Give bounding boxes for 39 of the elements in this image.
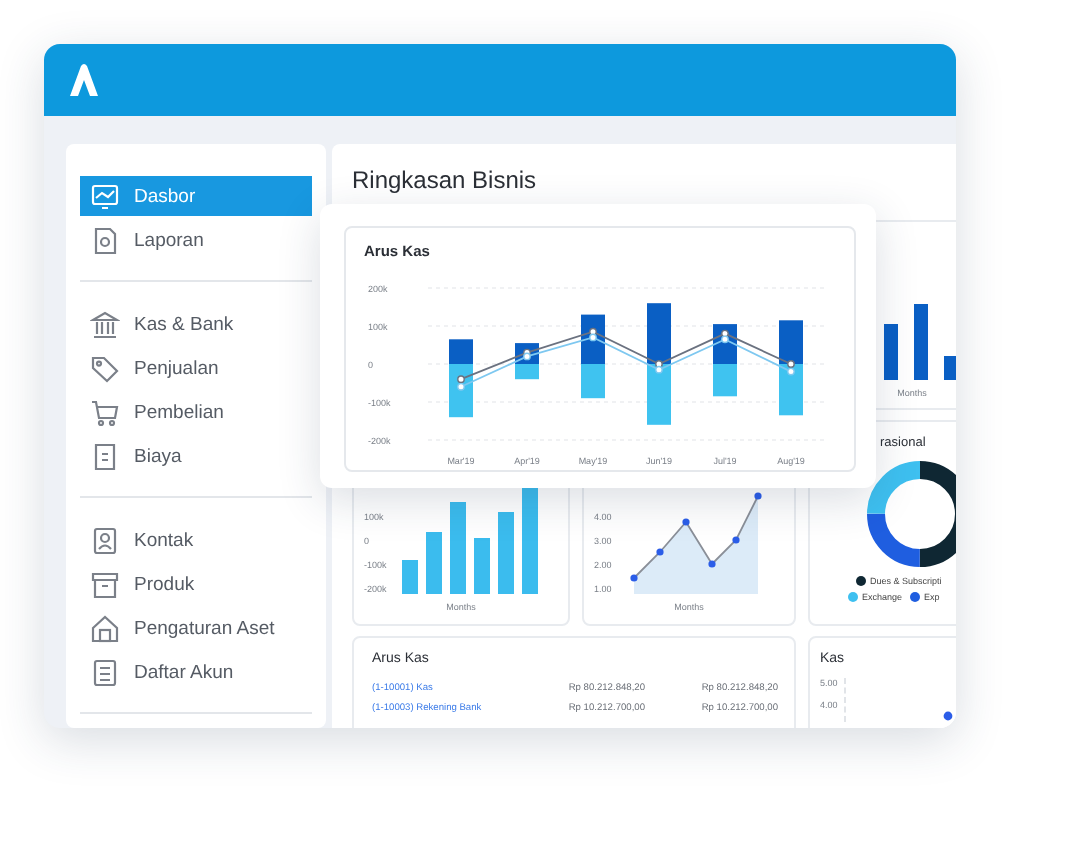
bar-chart-drawing: [884, 304, 956, 380]
bar: [779, 320, 803, 364]
cart-icon: [90, 397, 120, 427]
point: [787, 367, 795, 376]
bar: [647, 364, 671, 425]
sidebar-item[interactable]: Pembelian: [80, 392, 312, 432]
receipt-icon: [90, 441, 120, 471]
logo-icon[interactable]: [66, 62, 102, 98]
point: [457, 382, 465, 391]
document-icon: [90, 225, 120, 255]
point: [589, 333, 597, 342]
line-chart-drawing: [627, 494, 760, 594]
list-icon: [90, 657, 120, 687]
sidebar-item[interactable]: Penjualan: [80, 348, 312, 388]
sidebar-item[interactable]: Kontak: [80, 520, 312, 560]
sidebar-item[interactable]: Biaya: [80, 436, 312, 476]
sidebar-item[interactable]: Produk: [80, 564, 312, 604]
tag-icon: [90, 353, 120, 383]
sidebar-item[interactable]: Laporan: [80, 220, 312, 260]
bar: [713, 364, 737, 397]
sidebar-item[interactable]: Daftar Akun: [80, 652, 312, 692]
house-icon: [90, 613, 120, 643]
chart-icon: [90, 181, 120, 211]
bar: [779, 364, 803, 416]
sidebar-item[interactable]: Kas & Bank: [80, 304, 312, 344]
point: [655, 360, 663, 368]
bank-icon: [90, 309, 120, 339]
point: [655, 365, 663, 374]
point: [787, 360, 795, 368]
bar: [647, 303, 671, 364]
point: [457, 375, 465, 384]
page-title: Ringkasan Bisnis: [352, 166, 539, 198]
point: [589, 327, 597, 336]
sidebar-item[interactable]: Pengaturan Aset: [80, 608, 312, 648]
bar: [581, 364, 605, 399]
point: [721, 335, 729, 344]
contact-icon: [90, 525, 120, 555]
box-icon: [90, 569, 120, 599]
point: [721, 329, 729, 338]
